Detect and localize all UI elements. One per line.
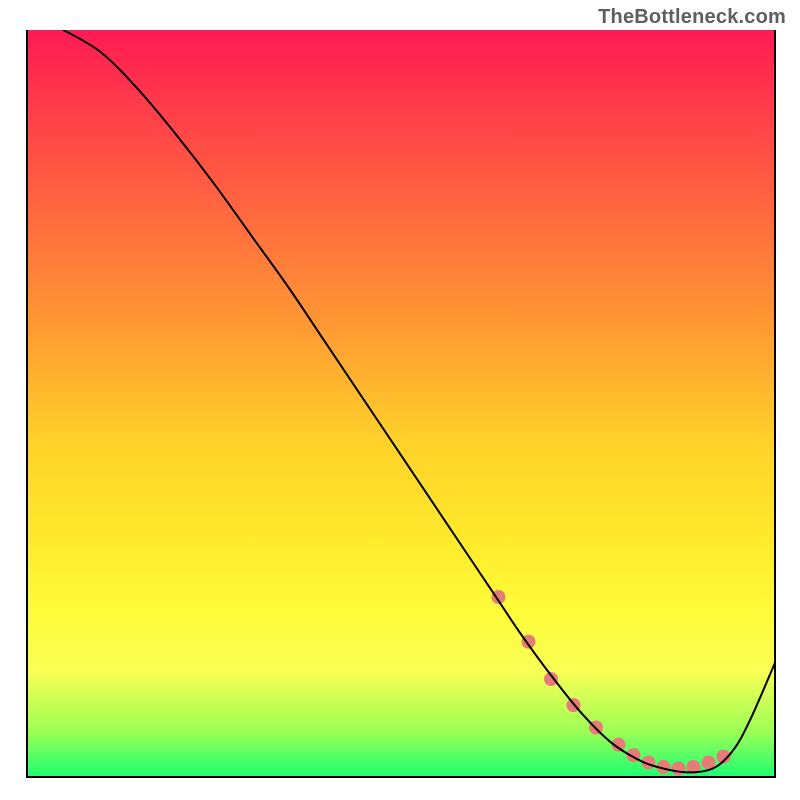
attribution-label: TheBottleneck.com	[598, 6, 786, 29]
highlight-marker	[672, 762, 686, 776]
chart-svg	[26, 30, 776, 776]
chart-container: TheBottleneck.com	[0, 0, 800, 800]
bottleneck-curve	[64, 30, 777, 772]
x-axis-line	[26, 776, 776, 778]
highlight-markers-group	[492, 590, 731, 776]
